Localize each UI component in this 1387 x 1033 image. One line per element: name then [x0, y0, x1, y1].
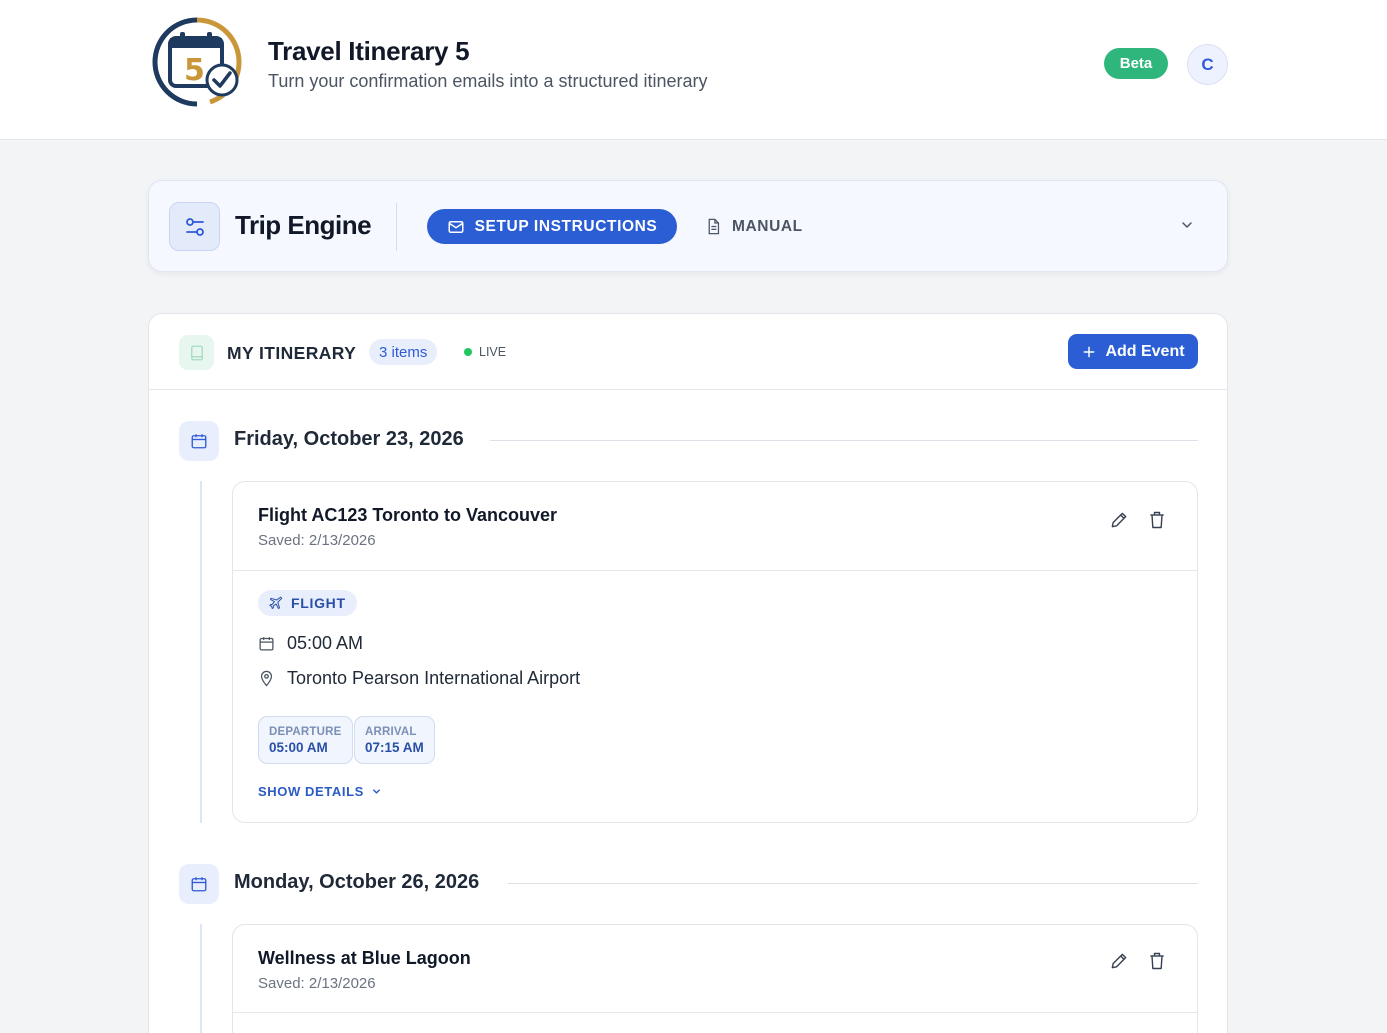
timeline-rail [200, 481, 202, 823]
departure-label: DEPARTURE [269, 725, 342, 738]
day-calendar-icon [179, 421, 219, 461]
pencil-icon[interactable] [1109, 951, 1129, 971]
itinerary-header: MY ITINERARY 3 items LIVE Add Event [149, 314, 1227, 390]
manual-button[interactable]: MANUAL [705, 209, 803, 244]
mail-icon [448, 220, 464, 233]
app-subtitle: Turn your confirmation emails into a str… [268, 71, 708, 91]
app-title: Travel Itinerary 5 [268, 36, 470, 66]
live-label: LIVE [479, 345, 507, 359]
settings-sliders-icon [169, 202, 220, 251]
pencil-icon[interactable] [1109, 510, 1129, 530]
engine-divider [396, 203, 397, 251]
arrival-time: 07:15 AM [365, 739, 424, 755]
chevron-down-icon[interactable] [1179, 217, 1195, 233]
add-event-button[interactable]: Add Event [1068, 334, 1198, 369]
timeline-rail [200, 924, 202, 1033]
show-details-label: SHOW DETAILS [258, 784, 364, 799]
trash-icon[interactable] [1147, 510, 1167, 530]
document-icon [708, 218, 720, 235]
user-avatar[interactable]: C [1187, 44, 1228, 85]
trip-engine-panel: Trip Engine SETUP INSTRUCTIONS MANUAL [148, 180, 1228, 272]
map-pin-icon [260, 670, 273, 687]
beta-badge: Beta [1104, 48, 1168, 79]
arrival-chip: ARRIVAL 07:15 AM [354, 716, 435, 764]
show-details-toggle[interactable]: SHOW DETAILS [258, 784, 382, 799]
chevron-down-icon [372, 789, 380, 794]
event-type-badge: FLIGHT [258, 590, 357, 616]
manual-label: MANUAL [732, 217, 803, 235]
day-heading: Monday, October 26, 2026 [234, 871, 480, 893]
plus-icon [1084, 346, 1095, 357]
event-location: Toronto Pearson International Airport [287, 668, 581, 688]
live-indicator: LIVE [464, 345, 506, 359]
event-header: Flight AC123 Toronto to Vancouver Saved:… [233, 482, 1197, 571]
trip-engine-title: Trip Engine [235, 210, 372, 240]
departure-chip: DEPARTURE 05:00 AM [258, 716, 353, 764]
calendar-check-logo-icon: 5 [152, 17, 242, 107]
setup-instructions-label: SETUP INSTRUCTIONS [474, 217, 658, 235]
svg-text:5: 5 [184, 53, 205, 88]
event-time-row: 05:00 AM [258, 633, 363, 654]
itinerary-card: MY ITINERARY 3 items LIVE Add Event Frid… [148, 313, 1228, 1033]
departure-time: 05:00 AM [269, 739, 328, 755]
event-header: Wellness at Blue Lagoon Saved: 2/13/2026 [233, 925, 1197, 1013]
event-saved-date: Saved: 2/13/2026 [258, 975, 376, 992]
add-event-label: Add Event [1105, 342, 1185, 360]
setup-instructions-button[interactable]: SETUP INSTRUCTIONS [427, 209, 677, 244]
items-count-badge: 3 items [369, 339, 438, 365]
calendar-icon [259, 637, 274, 651]
book-icon [179, 335, 214, 370]
day-divider [508, 883, 1198, 884]
day-divider [490, 440, 1198, 441]
event-type-label: FLIGHT [291, 595, 346, 611]
app-header: 5 Travel Itinerary 5 Turn your confirmat… [0, 0, 1387, 140]
app-logo: 5 [150, 16, 244, 108]
plane-icon [269, 596, 283, 609]
arrival-label: ARRIVAL [365, 725, 417, 738]
event-time: 05:00 AM [287, 633, 364, 653]
event-card: Flight AC123 Toronto to Vancouver Saved:… [232, 481, 1198, 823]
event-location-row: Toronto Pearson International Airport [258, 668, 580, 689]
day-heading: Friday, October 23, 2026 [234, 428, 464, 450]
event-title: Flight AC123 Toronto to Vancouver [258, 505, 558, 525]
event-saved-date: Saved: 2/13/2026 [258, 532, 376, 549]
day-calendar-icon [179, 864, 219, 904]
live-dot-icon [464, 348, 472, 356]
itinerary-title: MY ITINERARY [227, 343, 357, 363]
event-card: Wellness at Blue Lagoon Saved: 2/13/2026 [232, 924, 1198, 1033]
trash-icon[interactable] [1147, 951, 1167, 971]
event-title: Wellness at Blue Lagoon [258, 948, 471, 968]
